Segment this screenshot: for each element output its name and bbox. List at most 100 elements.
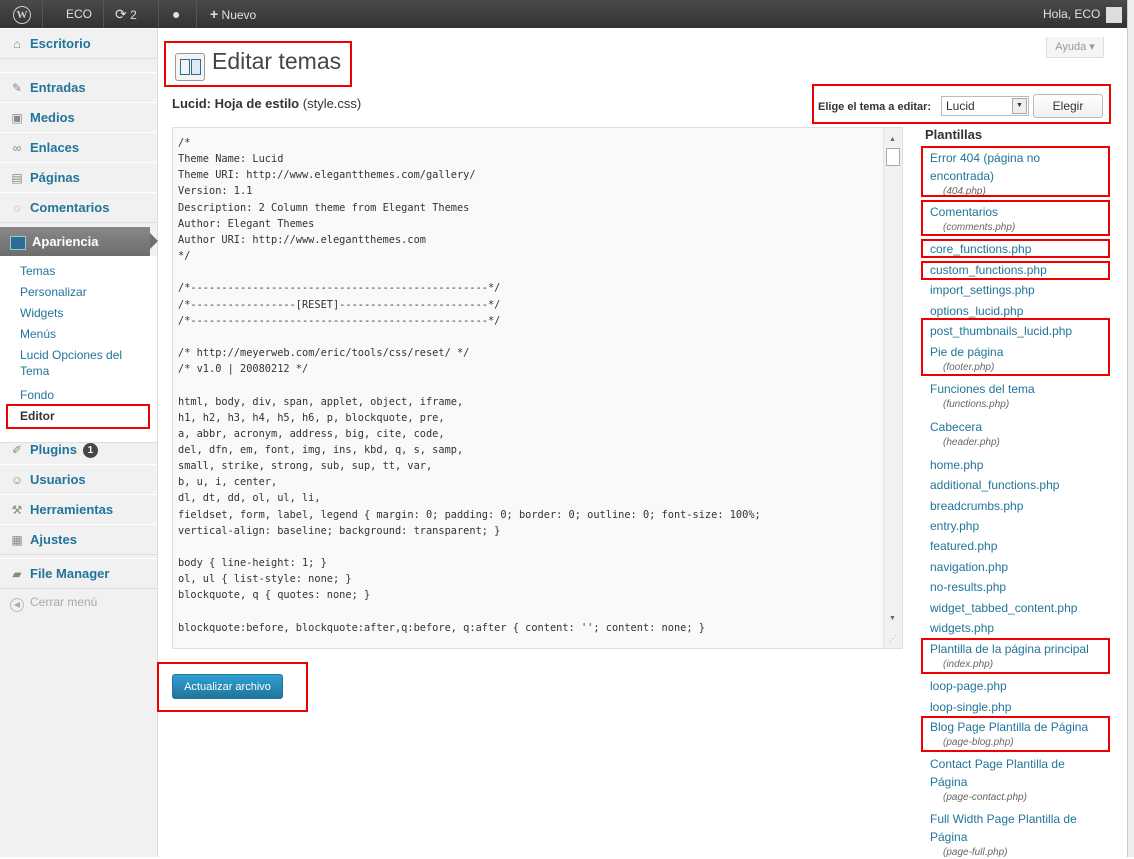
template-item[interactable]: loop-single.php <box>930 698 1090 716</box>
new-label: Nuevo <box>221 8 257 22</box>
updates-link[interactable]: ⟳ 2 <box>115 0 137 28</box>
template-name[interactable]: no-results.php <box>930 578 1090 596</box>
template-item[interactable]: Funciones del tema (functions.php) <box>930 380 1090 411</box>
menu-plugins[interactable]: ✐ Plugins 1 <box>0 434 157 465</box>
highlight-box <box>812 84 1111 124</box>
submenu-temas[interactable]: Temas <box>20 263 145 279</box>
menu-label: Medios <box>30 110 75 125</box>
template-name[interactable]: home.php <box>930 456 1090 474</box>
menu-file-manager[interactable]: ▰ File Manager <box>0 558 157 589</box>
plugin-icon: ✐ <box>11 443 23 457</box>
template-name[interactable]: widgets.php <box>930 619 1090 637</box>
submenu-menus[interactable]: Menús <box>20 326 145 342</box>
menu-medios[interactable]: ▣ Medios <box>0 102 157 133</box>
submenu-widgets[interactable]: Widgets <box>20 305 145 321</box>
code-editor-content[interactable]: /* Theme Name: Lucid Theme URI: http://w… <box>178 135 761 636</box>
template-name[interactable]: loop-page.php <box>930 677 1090 695</box>
template-item[interactable]: loop-page.php <box>930 677 1090 695</box>
updates-count: 2 <box>130 8 137 22</box>
menu-ajustes[interactable]: ▦ Ajustes <box>0 524 157 555</box>
avatar <box>1106 6 1123 23</box>
menu-paginas[interactable]: ▤ Páginas <box>0 162 157 193</box>
template-item[interactable]: navigation.php <box>930 558 1090 576</box>
menu-label: Comentarios <box>30 200 110 215</box>
appearance-icon <box>10 235 26 250</box>
template-item[interactable]: Cabecera (header.php) <box>930 418 1090 449</box>
submenu-personalizar[interactable]: Personalizar <box>20 284 145 300</box>
new-content-link[interactable]: + Nuevo <box>210 0 256 28</box>
template-item[interactable]: entry.php <box>930 517 1090 535</box>
highlight-box <box>921 239 1110 258</box>
menu-comentarios[interactable]: ◌ Comentarios <box>0 192 157 223</box>
template-name[interactable]: breadcrumbs.php <box>930 497 1090 515</box>
template-file: (header.php) <box>943 437 1000 448</box>
highlight-box <box>6 404 150 429</box>
wordpress-logo-icon[interactable]: W <box>8 0 36 28</box>
template-item[interactable]: Contact Page Plantilla de Página (page-co… <box>930 755 1070 804</box>
users-icon: ☺ <box>10 473 24 487</box>
template-name[interactable]: additional_functions.php <box>930 476 1090 494</box>
menu-usuarios[interactable]: ☺ Usuarios <box>0 464 157 495</box>
highlight-box <box>164 41 352 87</box>
template-name[interactable]: entry.php <box>930 517 1090 535</box>
highlight-box <box>921 716 1110 752</box>
template-name[interactable]: Funciones del tema <box>930 380 1090 398</box>
resize-grip-icon[interactable]: ⋰ <box>889 634 897 643</box>
scroll-up-icon[interactable]: ▲ <box>889 136 896 143</box>
template-name[interactable]: widget_tabbed_content.php <box>930 599 1090 617</box>
template-name[interactable]: import_settings.php <box>930 281 1090 299</box>
menu-label: Herramientas <box>30 502 114 517</box>
folder-icon: ▰ <box>12 567 22 581</box>
template-item[interactable]: widget_tabbed_content.php <box>930 599 1090 617</box>
file-name: (style.css) <box>302 96 362 111</box>
template-name[interactable]: featured.php <box>930 537 1090 555</box>
menu-label: Apariencia <box>32 234 99 249</box>
menu-label: Escritorio <box>30 36 91 51</box>
menu-label: Páginas <box>30 170 80 185</box>
menu-label: Entradas <box>30 80 86 95</box>
menu-label: File Manager <box>30 566 110 581</box>
collapse-label: Cerrar menú <box>30 595 98 609</box>
plus-icon: + <box>210 6 219 22</box>
menu-apariencia[interactable]: Apariencia <box>0 227 158 256</box>
menu-escritorio[interactable]: ⌂ Escritorio <box>0 28 157 59</box>
file-title: Lucid: Hoja de estilo <box>172 96 300 111</box>
template-name[interactable]: navigation.php <box>930 558 1090 576</box>
comments-bubble-icon[interactable]: ● <box>172 0 180 28</box>
template-name[interactable]: loop-single.php <box>930 698 1090 716</box>
submenu-lucid-opciones[interactable]: Lucid Opciones del Tema <box>20 347 145 379</box>
template-file: (page-contact.php) <box>943 792 1027 803</box>
template-item[interactable]: breadcrumbs.php <box>930 497 1090 515</box>
submenu-fondo[interactable]: Fondo <box>20 387 145 403</box>
help-tab[interactable]: Ayuda ▾ <box>1046 37 1104 58</box>
template-name[interactable]: Contact Page Plantilla de Página <box>930 755 1070 791</box>
plugins-update-badge: 1 <box>82 443 98 458</box>
highlight-box <box>921 261 1110 280</box>
media-icon: ▣ <box>11 111 23 125</box>
account-menu[interactable]: Hola, ECO <box>1043 0 1123 28</box>
code-editor[interactable]: /* Theme Name: Lucid Theme URI: http://w… <box>172 127 903 649</box>
template-item[interactable]: additional_functions.php <box>930 476 1090 494</box>
pin-icon: ✎ <box>11 81 23 95</box>
template-item[interactable]: import_settings.php <box>930 281 1090 299</box>
menu-entradas[interactable]: ✎ Entradas <box>0 72 157 103</box>
template-name[interactable]: Cabecera <box>930 418 1090 436</box>
highlight-box <box>921 318 1110 376</box>
collapse-menu[interactable]: ◀ Cerrar menú <box>10 595 97 612</box>
editor-scrollbar[interactable]: ▲ ▼ ⋰ <box>883 128 902 648</box>
comment-icon: ◌ <box>13 201 21 215</box>
templates-heading: Plantillas <box>925 127 983 142</box>
template-item[interactable]: widgets.php <box>930 619 1090 637</box>
menu-herramientas[interactable]: ⚒ Herramientas <box>0 494 157 525</box>
site-name-link[interactable]: ECO <box>66 0 92 28</box>
template-item[interactable]: Full Width Page Plantilla de Página (page… <box>930 810 1090 859</box>
template-item[interactable]: home.php <box>930 456 1090 474</box>
page-scrollbar[interactable] <box>1127 0 1134 857</box>
template-item[interactable]: featured.php <box>930 537 1090 555</box>
scroll-down-icon[interactable]: ▼ <box>889 615 896 622</box>
menu-enlaces[interactable]: ∞ Enlaces <box>0 132 157 163</box>
pages-icon: ▤ <box>11 171 23 185</box>
template-name[interactable]: Full Width Page Plantilla de Página <box>930 810 1090 846</box>
scroll-thumb[interactable] <box>886 148 900 166</box>
template-item[interactable]: no-results.php <box>930 578 1090 596</box>
